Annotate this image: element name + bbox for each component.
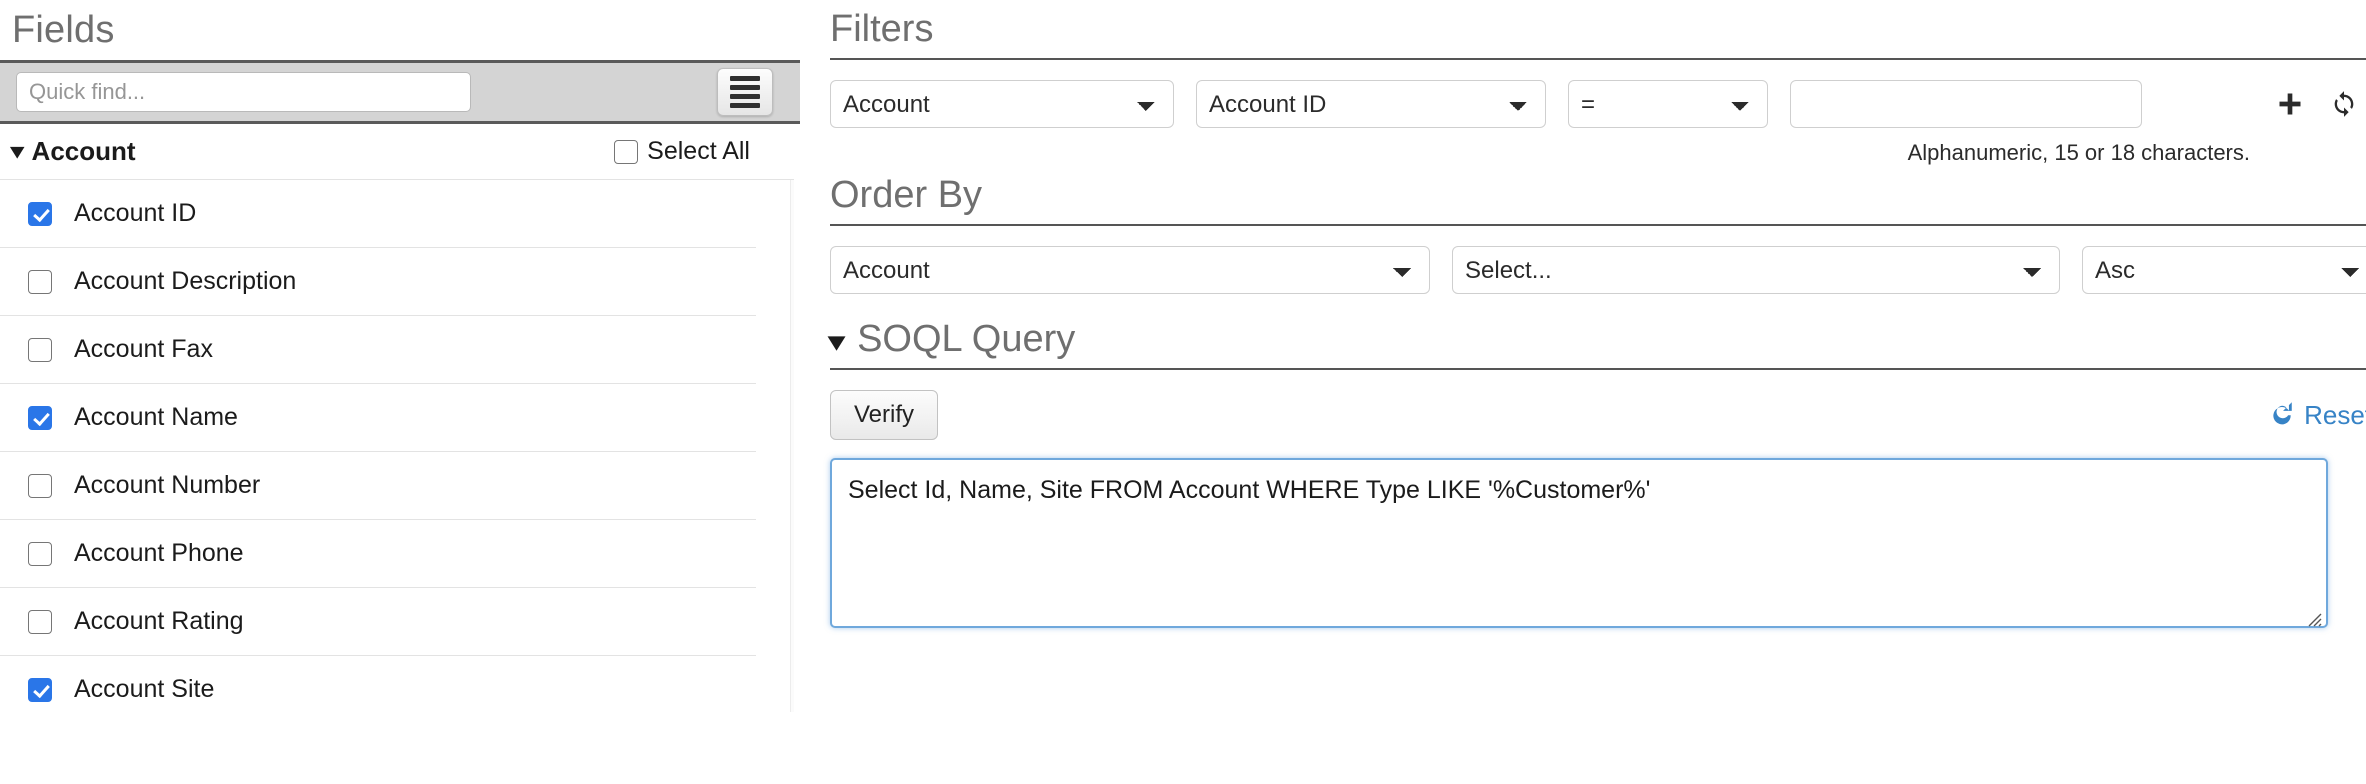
field-label: Account Number [74,471,261,499]
field-checkbox[interactable] [28,201,52,226]
hamburger-list-icon[interactable] [717,68,773,116]
soql-title-text: SOQL Query [857,318,1076,360]
query-builder-main: Filters Account Account ID = Alphanumeri… [800,0,2366,784]
soql-query-textarea[interactable] [830,458,2328,628]
field-list-scrollbar[interactable] [790,180,794,712]
field-row[interactable]: Account Number [0,452,756,520]
field-checkbox[interactable] [28,609,52,634]
fields-panel-title: Fields [12,9,115,51]
filters-section-title: Filters [830,0,2366,52]
reset-button[interactable]: Reset [2269,399,2366,432]
order-by-section-title: Order By [830,166,2366,218]
redo-circular-arrow-icon [2269,399,2295,432]
fields-toolbar [0,60,800,124]
fields-panel: Fields ▾ Account Select All Account IDAc… [0,0,813,784]
field-label: Account ID [74,199,197,227]
field-label: Account Fax [74,335,213,363]
chevron-down-icon: ▾ [10,140,24,163]
field-checkbox[interactable] [28,269,52,294]
filters-divider [830,58,2366,60]
field-row[interactable]: Account ID [0,180,756,248]
filter-row: Account Account ID = [830,80,2366,128]
order-by-object-select[interactable]: Account [830,246,1430,294]
field-row[interactable]: Account Site [0,656,756,712]
verify-button[interactable]: Verify [830,390,938,440]
field-row[interactable]: Account Rating [0,588,756,656]
quick-find-input[interactable] [16,72,471,112]
order-by-direction-select[interactable]: Asc [2082,246,2366,294]
field-label: Account Rating [74,607,244,635]
field-list[interactable]: Account ID Account Description Account Fax… [0,180,794,712]
field-checkbox[interactable] [28,473,52,498]
filter-field-select[interactable]: Account ID [1196,80,1546,128]
soql-query-builder: Fields ▾ Account Select All Account IDAc… [0,0,2366,784]
field-row[interactable]: Account Name [0,384,756,452]
field-checkbox[interactable] [28,677,52,702]
field-row[interactable]: Account Phone [0,520,756,588]
soql-editor-wrap [830,440,2328,633]
reset-label: Reset [2304,399,2366,430]
filter-value-helper-text: Alphanumeric, 15 or 18 characters. [1907,140,2250,165]
filters-title-text: Filters [830,8,934,50]
filter-object-select[interactable]: Account [830,80,1174,128]
field-group-header-account[interactable]: ▾ Account Select All [0,124,794,180]
sync-refresh-icon[interactable] [2324,84,2364,124]
order-by-field-select[interactable]: Select... [1452,246,2060,294]
soql-actions: Verify Reset [830,390,2366,440]
plus-icon[interactable] [2270,84,2310,124]
soql-divider [830,368,2366,370]
select-all-label: Select All [647,137,750,165]
order-by-divider [830,224,2366,226]
select-all-checkbox[interactable] [614,139,639,164]
field-checkbox[interactable] [28,405,52,430]
field-row[interactable]: Account Description [0,248,756,316]
field-label: Account Description [74,267,297,295]
field-group-label: Account [31,136,136,166]
chevron-down-icon: ▾ [828,326,845,356]
field-label: Account Site [74,675,215,703]
soql-section-title[interactable]: ▾ SOQL Query [828,310,2366,362]
field-checkbox[interactable] [28,337,52,362]
filter-operator-select[interactable]: = [1568,80,1768,128]
field-label: Account Phone [74,539,244,567]
field-checkbox[interactable] [28,541,52,566]
filter-actions [2270,84,2366,124]
field-label: Account Name [74,403,238,431]
filter-value-input[interactable] [1790,80,2142,128]
order-by-row: Account Select... Asc [830,246,2366,294]
order-by-title-text: Order By [830,174,983,216]
field-row[interactable]: Account Fax [0,316,756,384]
select-all-control[interactable]: Select All [614,137,750,166]
